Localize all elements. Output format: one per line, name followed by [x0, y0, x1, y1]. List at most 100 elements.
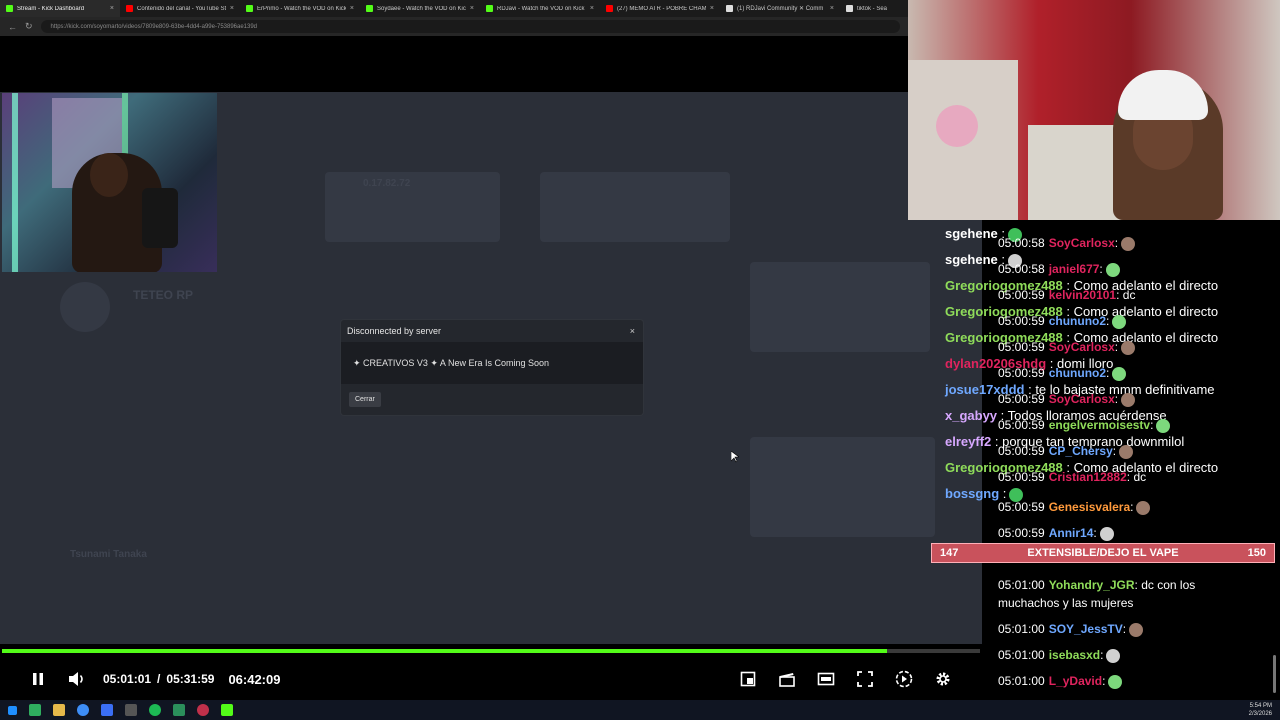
chat-username[interactable]: SoyCarlosx: [1049, 340, 1115, 354]
chat-username[interactable]: isebasxd: [1049, 648, 1100, 662]
tab-close-icon[interactable]: ×: [470, 5, 474, 12]
chat-username[interactable]: chununo2: [1049, 314, 1106, 328]
chrome-icon[interactable]: [77, 704, 89, 716]
tab-close-icon[interactable]: ×: [710, 5, 714, 12]
browser-tab[interactable]: tiktok - Sea×: [840, 0, 908, 17]
chat-timestamp: 05:00:59: [998, 500, 1045, 514]
url-field[interactable]: https://kick.com/soyomarto/videos/7809e8…: [40, 20, 900, 33]
mouse-cursor-icon: [730, 450, 740, 468]
chat-username[interactable]: janiel677: [1049, 262, 1100, 276]
chat-username[interactable]: sgehene: [945, 226, 998, 241]
emote-icon: [1112, 366, 1127, 381]
chat-username[interactable]: Yohandry_JGR: [1049, 578, 1135, 592]
chat-username[interactable]: elreyff2: [945, 434, 991, 449]
chat-timestamp: 05:00:59: [998, 470, 1045, 484]
tab-favicon-icon: [126, 5, 133, 12]
chat-username[interactable]: Cristian12882: [1049, 470, 1127, 484]
browser-tab[interactable]: Contenido del canal - YouTube St ×: [120, 0, 240, 17]
chat-username[interactable]: Annir14: [1049, 526, 1094, 540]
chat-separator: :: [999, 486, 1007, 501]
spotify-icon[interactable]: [149, 704, 161, 716]
time-separator: /: [157, 672, 161, 686]
address-bar: ← ↻ https://kick.com/soyomarto/videos/78…: [0, 17, 908, 36]
chat-username[interactable]: SoyCarlosx: [1049, 236, 1115, 250]
reload-icon[interactable]: ↻: [25, 21, 33, 32]
chat-separator: :: [1106, 366, 1110, 380]
theater-icon: [817, 672, 835, 686]
back-icon[interactable]: ←: [8, 22, 17, 32]
app-icon-1[interactable]: [29, 704, 41, 716]
chat-username[interactable]: L_yDavid: [1049, 674, 1102, 688]
chat-message: 05:00:58 janiel677:: [998, 262, 1120, 277]
chat-username[interactable]: chununo2: [1049, 366, 1106, 380]
close-icon[interactable]: ×: [630, 326, 635, 336]
browser-tab[interactable]: Soydaee - Watch the VOD on Kick ×: [360, 0, 480, 17]
chat-timestamp: 05:00:58: [998, 236, 1045, 250]
chat-message: 05:00:59 Annir14:: [998, 526, 1114, 541]
emote-icon: [1106, 648, 1121, 663]
chat-separator: :: [1112, 444, 1117, 458]
chat-username[interactable]: Genesisvalera: [1049, 500, 1130, 514]
tab-favicon-icon: [846, 5, 853, 12]
close-button[interactable]: Cerrar: [349, 392, 381, 407]
seek-bar[interactable]: [2, 649, 980, 653]
browser-tab-bar: Stream - Kick Dashboard × Contenido del ca…: [0, 0, 908, 17]
chat-username[interactable]: x_gabyy: [945, 408, 997, 423]
tab-favicon-icon: [246, 5, 253, 12]
volume-button[interactable]: [63, 665, 91, 693]
tab-close-icon[interactable]: ×: [230, 5, 234, 12]
chat-username[interactable]: bossgng: [945, 486, 999, 501]
chat-message: 05:00:59 engelvermoisestv:: [998, 418, 1171, 433]
browser-tab[interactable]: (27) MEMO ATR - POBRE CHAMO ×: [600, 0, 720, 17]
chat-message: 05:01:00 L_yDavid:: [998, 674, 1123, 689]
chat-username[interactable]: kelvin20101: [1049, 288, 1116, 302]
chat-username[interactable]: CP_Chersy: [1049, 444, 1113, 458]
player-controls: 05:01:01 / 05:31:59 06:42:09: [0, 660, 982, 698]
chat-username[interactable]: engelvermoisestv: [1049, 418, 1150, 432]
chat-separator: :: [1106, 314, 1110, 328]
poll-right-count: 150: [1247, 547, 1266, 559]
clapperboard-icon: [779, 673, 795, 687]
chat-separator: :: [1102, 674, 1106, 688]
browser-tab[interactable]: ErPrimo - Watch the VOD on Kick ×: [240, 0, 360, 17]
tab-close-icon[interactable]: ×: [350, 5, 354, 12]
chat-message: 05:01:00 isebasxd:: [998, 648, 1121, 663]
emote-icon: [1129, 622, 1144, 637]
app-icon-4[interactable]: [173, 704, 185, 716]
kick-icon[interactable]: [221, 704, 233, 716]
browser-tab[interactable]: RDJavi - Watch the VOD on Kick ×: [480, 0, 600, 17]
emote-icon: [1108, 674, 1123, 689]
emote-icon: [1121, 392, 1136, 407]
start-icon[interactable]: [8, 705, 17, 715]
chat-timestamp: 05:00:59: [998, 444, 1045, 458]
windows-taskbar: 5:54 PM 2/3/2026: [0, 700, 1280, 720]
chat-timestamp: 05:00:59: [998, 392, 1045, 406]
browser-tab[interactable]: Stream - Kick Dashboard ×: [0, 0, 120, 17]
dialog-title: Disconnected by server: [347, 326, 442, 336]
tab-close-icon[interactable]: ×: [590, 5, 594, 12]
folder-icon[interactable]: [53, 704, 65, 716]
app-icon-5[interactable]: [197, 704, 209, 716]
chat-message: 05:00:59 CP_Chersy:: [998, 444, 1134, 459]
fullscreen-button[interactable]: [851, 665, 879, 693]
chat-username[interactable]: sgehene: [945, 252, 998, 267]
chat-separator: :: [1114, 340, 1119, 354]
pause-button[interactable]: [24, 665, 52, 693]
app-icon-2[interactable]: [101, 704, 113, 716]
mini-player-icon: [740, 671, 756, 687]
chat-message: 05:00:58 SoyCarlosx:: [998, 236, 1136, 251]
chat-timestamp: 05:01:00: [998, 674, 1045, 688]
chat-separator: :: [1114, 392, 1119, 406]
chat-username[interactable]: SoyCarlosx: [1049, 392, 1115, 406]
chat-scrollbar[interactable]: [1273, 655, 1276, 693]
tab-close-icon[interactable]: ×: [830, 5, 834, 12]
browser-tab[interactable]: (1) RDJavi Community ✕ Comm ×: [720, 0, 840, 17]
chat-username[interactable]: SOY_JessTV: [1049, 622, 1123, 636]
theater-mode-button[interactable]: [812, 665, 840, 693]
chat-message: 05:00:59 SoyCarlosx:: [998, 392, 1136, 407]
app-icon-3[interactable]: [125, 704, 137, 716]
mini-player-button[interactable]: [734, 665, 762, 693]
tab-close-icon[interactable]: ×: [110, 5, 114, 12]
system-tray-clock[interactable]: 5:54 PM 2/3/2026: [1249, 702, 1272, 718]
clip-button[interactable]: [773, 665, 801, 693]
